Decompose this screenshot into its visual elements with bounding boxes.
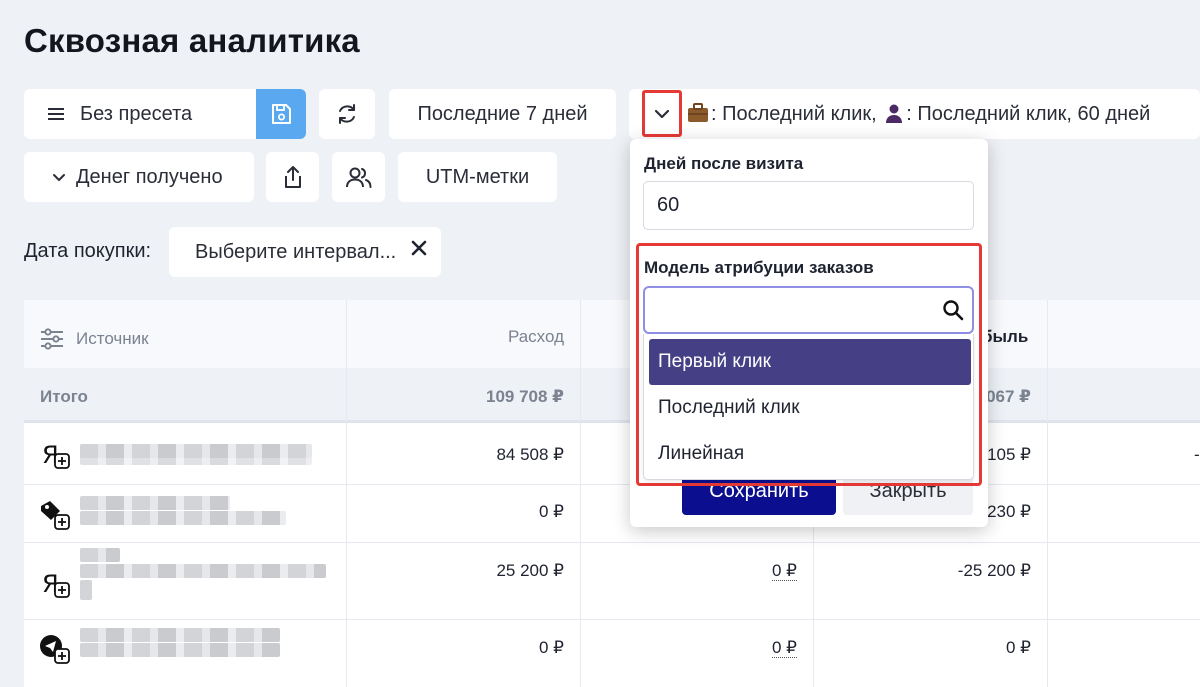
attribution-model-options: Первый клик Последний клик Линейная — [643, 334, 974, 480]
expense-column-header[interactable]: Расход — [508, 327, 564, 347]
metric-selector[interactable]: Денег получено — [24, 152, 254, 202]
table-cell: 0 ₽ — [539, 502, 564, 521]
attribution-model-label: Модель атрибуции заказов — [644, 258, 874, 277]
table-cell: -25 200 ₽ — [957, 561, 1031, 580]
attribution-popup: Дней после визита Сохранить Закрыть Моде… — [630, 139, 988, 527]
settings-sliders-icon — [41, 328, 63, 350]
table-cell: 105 ₽ — [987, 445, 1031, 464]
attribution-settings[interactable]: : Последний клик, : Последний клик, 60 д… — [629, 89, 1200, 139]
source-name-blurred — [80, 643, 280, 657]
table-cell: 230 ₽ — [987, 502, 1031, 521]
chevron-down-icon — [53, 173, 65, 181]
save-preset-button[interactable] — [256, 89, 306, 139]
analytics-table: Источник Расход быль Итого 109 708 ₽ 067… — [24, 300, 1200, 687]
briefcase-icon — [688, 102, 708, 122]
close-icon — [411, 240, 427, 256]
attribution-toggle-button[interactable] — [642, 90, 682, 137]
tag-icon — [41, 501, 70, 530]
table-cell: 0 ₽ — [539, 638, 564, 657]
refresh-icon — [339, 104, 355, 124]
option-linear[interactable]: Линейная — [649, 431, 971, 477]
table-cell: 25 200 ₽ — [496, 561, 564, 580]
chevron-down-icon — [654, 109, 670, 118]
period-selector[interactable]: Последние 7 дней — [389, 89, 616, 139]
attribution-model-search-input[interactable] — [645, 288, 925, 332]
telegram-icon — [40, 635, 70, 664]
total-label: Итого — [40, 387, 88, 406]
source-name-blurred — [80, 564, 326, 578]
export-button[interactable] — [266, 152, 319, 202]
revenue-link[interactable]: 0 ₽ — [772, 561, 797, 581]
page-title: Сквозная аналитика — [24, 22, 360, 59]
date-filter-label: Дата покупки: — [24, 240, 152, 262]
clear-date-button[interactable] — [411, 240, 427, 256]
profit-column-header[interactable]: быль — [982, 327, 1028, 347]
days-after-visit-input[interactable] — [643, 181, 974, 230]
table-cell: - — [1194, 445, 1200, 464]
total-expense: 109 708 ₽ — [485, 387, 564, 406]
option-last-click[interactable]: Последний клик — [649, 385, 971, 431]
menu-icon — [48, 107, 64, 121]
share-icon — [284, 166, 301, 188]
revenue-link[interactable]: 0 ₽ — [772, 638, 797, 658]
preset-label: Без пресета — [80, 102, 193, 125]
option-first-click[interactable]: Первый клик — [649, 339, 971, 385]
preset-selector[interactable]: Без пресета — [24, 89, 306, 139]
person-icon — [886, 104, 903, 123]
search-icon — [942, 299, 964, 326]
attribution-summary: : Последний клик, : Последний клик, 60 д… — [685, 102, 1150, 126]
utm-label: UTM-метки — [425, 165, 530, 188]
users-button[interactable] — [332, 152, 385, 202]
attribution-model-select[interactable] — [643, 286, 974, 334]
days-after-visit-label: Дней после визита — [644, 154, 804, 173]
utm-button[interactable]: UTM-метки — [398, 152, 557, 202]
yandex-icon: Я — [42, 570, 70, 598]
total-profit: 067 ₽ — [986, 387, 1031, 406]
save-icon — [272, 104, 291, 124]
refresh-button[interactable] — [319, 89, 375, 139]
date-range-placeholder: Выберите интервал... — [195, 240, 397, 263]
table-cell: 84 508 ₽ — [496, 445, 564, 464]
users-icon — [345, 167, 371, 188]
yandex-icon: Я — [42, 441, 70, 469]
date-range-picker[interactable]: Выберите интервал... — [169, 227, 441, 277]
metric-label: Денег получено — [76, 165, 223, 188]
source-name-blurred — [80, 511, 286, 525]
source-column-header[interactable]: Источник — [40, 328, 149, 350]
table-cell: 0 ₽ — [1006, 638, 1031, 657]
period-label: Последние 7 дней — [417, 102, 588, 125]
